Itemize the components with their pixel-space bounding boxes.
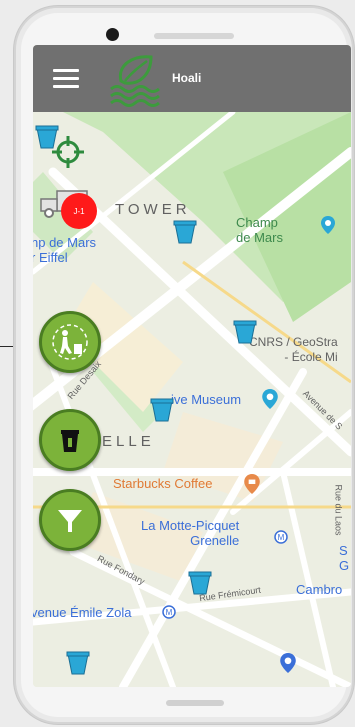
map-label-elle: ELLE <box>102 433 155 450</box>
filter-funnel-icon <box>58 510 82 532</box>
trash-bin-marker-icon[interactable] <box>188 570 212 596</box>
map-label-champ-de-mars: Champ de Mars <box>236 215 283 245</box>
leaf-water-logo <box>110 55 160 107</box>
map-label-rue-du-laos: Rue du Laos <box>333 484 344 536</box>
crosshair-locate-icon[interactable] <box>51 135 85 169</box>
speaker-grille <box>154 33 234 39</box>
location-pin-icon[interactable] <box>280 653 296 673</box>
map-label-la-motte-picquet: La Motte-Picquet Grenelle <box>141 518 240 548</box>
collection-badge[interactable]: J-1 <box>61 193 97 229</box>
camera-icon <box>106 28 119 41</box>
trash-bin-marker-icon[interactable] <box>150 397 174 423</box>
trash-bin-marker-icon[interactable] <box>233 319 257 345</box>
home-indicator[interactable] <box>166 700 224 706</box>
filter-button[interactable] <box>39 489 101 551</box>
trash-bin-icon <box>61 430 79 452</box>
map-label-tower: TOWER <box>115 201 191 218</box>
trash-bin-marker-icon[interactable] <box>66 650 90 676</box>
metro-icon: M <box>274 530 288 544</box>
metro-icon: M <box>162 605 176 619</box>
svg-text:M: M <box>278 533 285 542</box>
app-bar: Hoali <box>33 45 351 112</box>
park-pin-icon[interactable] <box>321 216 335 234</box>
trash-bin-marker-icon[interactable] <box>173 219 197 245</box>
svg-text:M: M <box>166 608 173 617</box>
app-screen: Hoali TOWER Champ de Mars np de Mars r E… <box>33 45 351 687</box>
map-label-museum: ive Museum <box>171 392 242 407</box>
map-label-avenue-emile-zola: venue Émile Zola <box>33 605 132 620</box>
person-throwing-trash-icon <box>52 324 88 360</box>
app-title: Hoali <box>172 71 202 85</box>
bins-button[interactable] <box>39 409 101 471</box>
map-label-champ-de-mars-eiffel: np de Mars r Eiffel <box>33 235 97 265</box>
map-label-cnrs: CNRS / GeoStra - École Mi <box>249 335 338 364</box>
museum-pin-icon[interactable] <box>262 389 278 409</box>
map-label-cambro: Cambro <box>296 582 343 597</box>
coffee-pin-icon[interactable] <box>244 474 260 494</box>
map-label-starbucks: Starbucks Coffee <box>113 476 213 491</box>
map-label-s-g: S G <box>339 543 350 573</box>
hamburger-menu-icon[interactable] <box>53 69 79 89</box>
report-trash-button[interactable] <box>39 311 101 373</box>
